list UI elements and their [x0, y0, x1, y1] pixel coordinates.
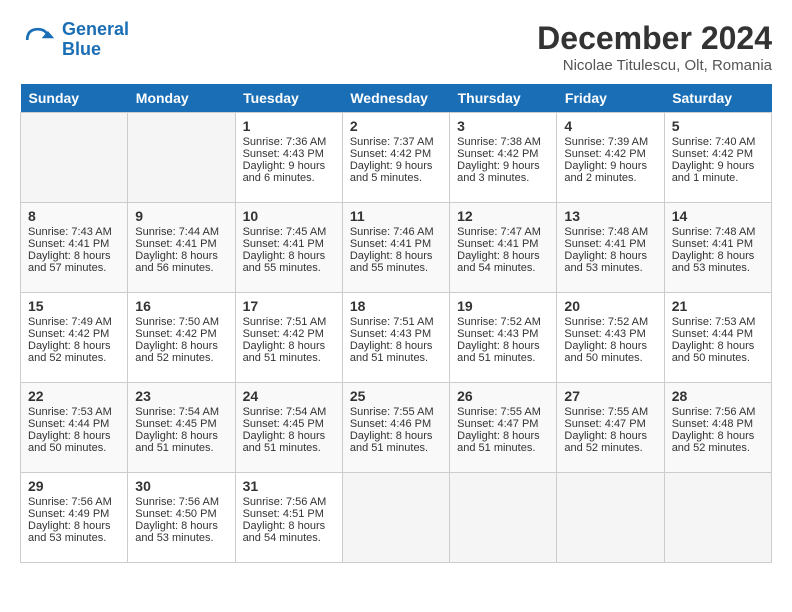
- calendar-cell: 24 Sunrise: 7:54 AM Sunset: 4:45 PM Dayl…: [235, 383, 342, 473]
- col-header-monday: Monday: [128, 84, 235, 113]
- calendar-cell: 22 Sunrise: 7:53 AM Sunset: 4:44 PM Dayl…: [21, 383, 128, 473]
- col-header-sunday: Sunday: [21, 84, 128, 113]
- calendar-cell: [557, 473, 664, 563]
- calendar-cell: 13 Sunrise: 7:48 AM Sunset: 4:41 PM Dayl…: [557, 203, 664, 293]
- week-row-2: 8 Sunrise: 7:43 AM Sunset: 4:41 PM Dayli…: [21, 203, 772, 293]
- calendar-cell: 29 Sunrise: 7:56 AM Sunset: 4:49 PM Dayl…: [21, 473, 128, 563]
- calendar-cell: 17 Sunrise: 7:51 AM Sunset: 4:42 PM Dayl…: [235, 293, 342, 383]
- calendar-cell: 15 Sunrise: 7:49 AM Sunset: 4:42 PM Dayl…: [21, 293, 128, 383]
- col-header-friday: Friday: [557, 84, 664, 113]
- calendar-cell: [664, 473, 771, 563]
- calendar-cell: 20 Sunrise: 7:52 AM Sunset: 4:43 PM Dayl…: [557, 293, 664, 383]
- calendar-cell: 16 Sunrise: 7:50 AM Sunset: 4:42 PM Dayl…: [128, 293, 235, 383]
- calendar-cell: 1 Sunrise: 7:36 AM Sunset: 4:43 PM Dayli…: [235, 113, 342, 203]
- week-row-1: 1 Sunrise: 7:36 AM Sunset: 4:43 PM Dayli…: [21, 113, 772, 203]
- week-row-4: 22 Sunrise: 7:53 AM Sunset: 4:44 PM Dayl…: [21, 383, 772, 473]
- calendar-cell: 4 Sunrise: 7:39 AM Sunset: 4:42 PM Dayli…: [557, 113, 664, 203]
- col-header-thursday: Thursday: [450, 84, 557, 113]
- calendar-cell: 25 Sunrise: 7:55 AM Sunset: 4:46 PM Dayl…: [342, 383, 449, 473]
- calendar-cell: [342, 473, 449, 563]
- calendar-cell: 10 Sunrise: 7:45 AM Sunset: 4:41 PM Dayl…: [235, 203, 342, 293]
- month-title: December 2024: [537, 20, 772, 57]
- calendar-cell: 23 Sunrise: 7:54 AM Sunset: 4:45 PM Dayl…: [128, 383, 235, 473]
- col-header-wednesday: Wednesday: [342, 84, 449, 113]
- calendar-cell: [450, 473, 557, 563]
- calendar-cell: 5 Sunrise: 7:40 AM Sunset: 4:42 PM Dayli…: [664, 113, 771, 203]
- calendar-cell: 28 Sunrise: 7:56 AM Sunset: 4:48 PM Dayl…: [664, 383, 771, 473]
- calendar-cell: 27 Sunrise: 7:55 AM Sunset: 4:47 PM Dayl…: [557, 383, 664, 473]
- calendar-cell: 14 Sunrise: 7:48 AM Sunset: 4:41 PM Dayl…: [664, 203, 771, 293]
- calendar-cell: 30 Sunrise: 7:56 AM Sunset: 4:50 PM Dayl…: [128, 473, 235, 563]
- logo-line2: Blue: [62, 39, 101, 59]
- page-header: General Blue December 2024 Nicolae Titul…: [20, 20, 772, 74]
- calendar-cell: 8 Sunrise: 7:43 AM Sunset: 4:41 PM Dayli…: [21, 203, 128, 293]
- calendar-cell: 31 Sunrise: 7:56 AM Sunset: 4:51 PM Dayl…: [235, 473, 342, 563]
- calendar-cell: 19 Sunrise: 7:52 AM Sunset: 4:43 PM Dayl…: [450, 293, 557, 383]
- calendar-cell: 9 Sunrise: 7:44 AM Sunset: 4:41 PM Dayli…: [128, 203, 235, 293]
- calendar-cell: 21 Sunrise: 7:53 AM Sunset: 4:44 PM Dayl…: [664, 293, 771, 383]
- col-header-saturday: Saturday: [664, 84, 771, 113]
- col-header-tuesday: Tuesday: [235, 84, 342, 113]
- logo: General Blue: [20, 20, 129, 60]
- week-row-5: 29 Sunrise: 7:56 AM Sunset: 4:49 PM Dayl…: [21, 473, 772, 563]
- title-area: December 2024 Nicolae Titulescu, Olt, Ro…: [537, 20, 772, 74]
- calendar-cell: 11 Sunrise: 7:46 AM Sunset: 4:41 PM Dayl…: [342, 203, 449, 293]
- calendar-cell: [128, 113, 235, 203]
- header-row: SundayMondayTuesdayWednesdayThursdayFrid…: [21, 84, 772, 113]
- calendar-cell: 26 Sunrise: 7:55 AM Sunset: 4:47 PM Dayl…: [450, 383, 557, 473]
- logo-icon: [20, 22, 56, 58]
- week-row-3: 15 Sunrise: 7:49 AM Sunset: 4:42 PM Dayl…: [21, 293, 772, 383]
- calendar-cell: 3 Sunrise: 7:38 AM Sunset: 4:42 PM Dayli…: [450, 113, 557, 203]
- calendar-cell: [21, 113, 128, 203]
- calendar-cell: 12 Sunrise: 7:47 AM Sunset: 4:41 PM Dayl…: [450, 203, 557, 293]
- logo-line1: General: [62, 19, 129, 39]
- calendar-table: SundayMondayTuesdayWednesdayThursdayFrid…: [20, 84, 772, 563]
- location: Nicolae Titulescu, Olt, Romania: [537, 57, 772, 74]
- calendar-cell: 18 Sunrise: 7:51 AM Sunset: 4:43 PM Dayl…: [342, 293, 449, 383]
- calendar-cell: 2 Sunrise: 7:37 AM Sunset: 4:42 PM Dayli…: [342, 113, 449, 203]
